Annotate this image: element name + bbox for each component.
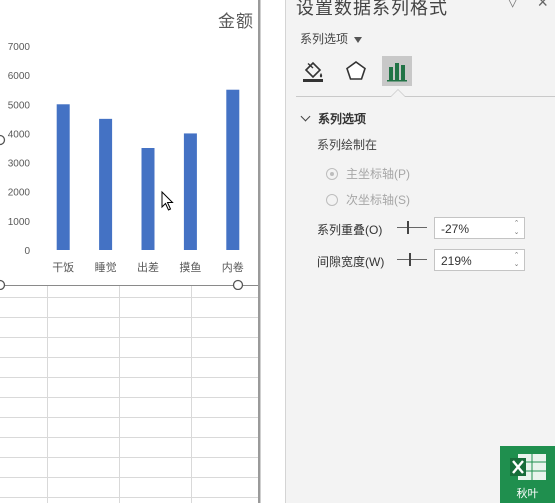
series-options-section-header[interactable]: 系列选项: [300, 110, 367, 127]
chart-title[interactable]: 金额: [218, 7, 254, 32]
y-tick-label: 2000: [8, 188, 31, 199]
section-title: 系列选项: [318, 112, 367, 126]
slider-thumb[interactable]: [409, 253, 412, 266]
series-options-dropdown-label: 系列选项: [300, 32, 349, 46]
y-tick-label: 5000: [8, 100, 31, 111]
mouse-cursor-icon: [161, 190, 174, 211]
gap-width-label: 间隙宽度(W): [317, 255, 385, 269]
primary-axis-label: 主坐标轴(P): [346, 167, 410, 181]
tab-divider: [296, 96, 555, 97]
category-label: 出差: [137, 260, 159, 274]
chevron-down-icon[interactable]: ▽: [507, 0, 518, 10]
excel-logo-graphic: [510, 454, 546, 480]
plot-series-on-label: 系列绘制在: [317, 138, 378, 152]
category-label: 干饭: [52, 261, 74, 274]
radio-button[interactable]: [326, 193, 338, 206]
bar[interactable]: [141, 148, 155, 250]
primary-axis-radio[interactable]: 主坐标轴(P): [326, 165, 410, 182]
slider-thumb[interactable]: [407, 221, 410, 234]
y-tick-label: 0: [24, 246, 30, 257]
category-label: 内卷: [222, 260, 244, 274]
slider-track: [397, 227, 427, 228]
secondary-axis-radio[interactable]: 次坐标轴(S): [326, 191, 410, 208]
spinner-arrows-icon[interactable]: ⌃ ⌄: [512, 219, 521, 237]
caret-down-icon: [354, 36, 363, 43]
watermark-text: 秋叶: [516, 487, 539, 500]
category-label: 摸鱼: [179, 260, 201, 274]
tab-effects[interactable]: [341, 56, 371, 86]
y-tick-label: 7000: [8, 42, 31, 53]
resize-handle-bottom-left[interactable]: [0, 279, 6, 290]
slider-track: [397, 259, 427, 260]
pentagon-icon: [346, 61, 366, 80]
pane-title: 设置数据系列格式: [296, 0, 448, 18]
category-label: 睡觉: [95, 261, 117, 274]
secondary-axis-label: 次坐标轴(S): [346, 193, 410, 207]
resize-handle-bottom-right[interactable]: [232, 279, 244, 290]
bar[interactable]: [99, 118, 113, 250]
series-overlap-value[interactable]: -27%: [441, 222, 469, 236]
bar[interactable]: [183, 133, 197, 250]
y-tick-label: 3000: [8, 159, 31, 170]
bar[interactable]: [56, 104, 70, 251]
series-options-dropdown[interactable]: 系列选项: [300, 30, 363, 47]
y-tick-label: 4000: [8, 129, 31, 140]
y-tick-label: 6000: [8, 71, 31, 82]
excel-icon: 秋叶: [500, 446, 555, 503]
worksheet-edge: [260, 0, 286, 503]
gap-width-slider[interactable]: [397, 253, 427, 267]
tab-series-options[interactable]: [382, 56, 412, 86]
resize-handle-left-middle[interactable]: [0, 134, 6, 146]
column-chart[interactable]: 0 1000 2000 3000 4000 5000 6000 7000 干饭 睡觉 出差 摸鱼 内卷: [0, 0, 258, 290]
tab-pointer: [390, 89, 406, 97]
format-data-series-pane: 设置数据系列格式 ▽ × 系列选项 系列选项 系列绘制在 主坐标轴(P) 次坐标…: [285, 0, 555, 503]
cell-grid[interactable]: [0, 285, 258, 503]
close-icon[interactable]: ×: [537, 0, 548, 13]
y-tick-label: 1000: [8, 217, 31, 228]
series-overlap-spinner[interactable]: -27% ⌃ ⌄: [434, 217, 525, 239]
radio-button-selected[interactable]: [326, 167, 338, 180]
series-overlap-slider[interactable]: [397, 221, 427, 235]
bar[interactable]: [226, 89, 240, 250]
series-overlap-label: 系列重叠(O): [317, 223, 383, 237]
fill-bucket-icon: [303, 61, 323, 82]
worksheet[interactable]: 0 1000 2000 3000 4000 5000 6000 7000 干饭 睡觉 出差 摸鱼 内卷…: [0, 0, 258, 503]
chevron-down-icon: [300, 111, 311, 122]
bar-chart-icon: [387, 63, 407, 82]
tab-fill-line[interactable]: [298, 56, 328, 86]
spinner-arrows-icon[interactable]: ⌃ ⌄: [512, 251, 521, 269]
gap-width-value[interactable]: 219%: [441, 254, 472, 268]
gap-width-spinner[interactable]: 219% ⌃ ⌄: [434, 249, 525, 271]
